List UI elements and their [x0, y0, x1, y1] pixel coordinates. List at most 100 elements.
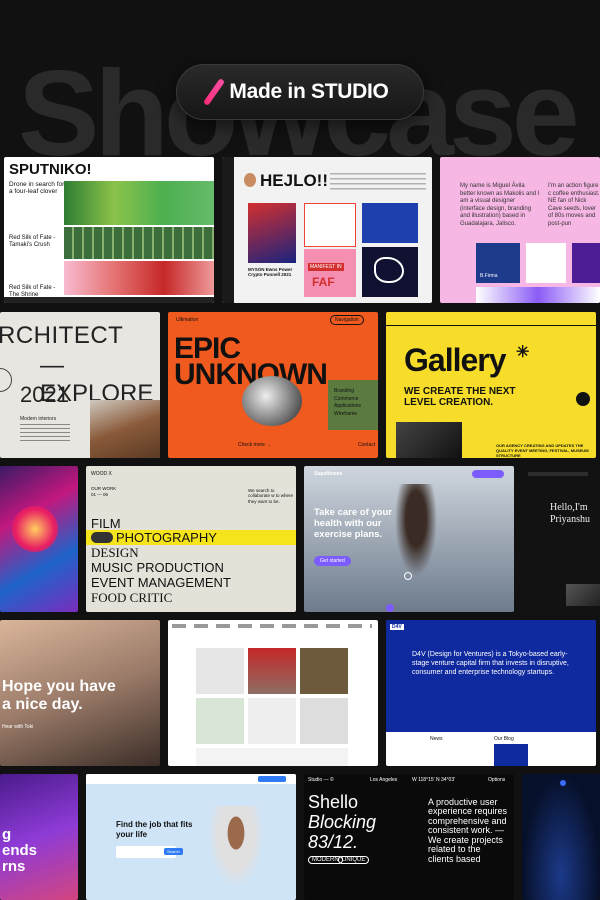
card-pink-portfolio[interactable]: My name is Miguel Ávila better known as …: [440, 157, 600, 303]
epic-tags: Branding Commerce Applications Wireframe: [334, 388, 361, 418]
architect-small: Modern interiors: [20, 416, 57, 422]
job-person-photo: [204, 806, 268, 896]
gradient-line3: rns: [2, 858, 26, 875]
card-shello[interactable]: Studio — © Los Angeles W 118°15' N 34°03…: [304, 774, 514, 900]
job-search-button[interactable]: Search: [164, 848, 183, 855]
work-item-design[interactable]: DESIGN: [91, 545, 139, 561]
product-tile: [196, 698, 244, 744]
card-priyanshu[interactable]: Hello,I'm Priyanshu: [522, 466, 600, 612]
hejlo-red-card: [304, 203, 356, 247]
d4v-text: D4V (Design for Ventures) is a Tokyo-bas…: [412, 651, 569, 677]
card-hope[interactable]: Hope you have a nice day. Hear with Toki: [0, 620, 160, 766]
health-nav-button[interactable]: [472, 470, 504, 478]
shello-h1: Shello: [308, 792, 359, 812]
work-item-photography[interactable]: PHOTOGRAPHY: [116, 530, 217, 545]
hejlo-tag1: MANIFEST IN: [308, 263, 344, 271]
shello-options[interactable]: Options: [488, 777, 505, 783]
card-epic-unknown[interactable]: Ultimation Navigation EPIC UNKNOWN Brand…: [168, 312, 378, 458]
pink-tile-purple: [572, 243, 600, 283]
work-thumb: [91, 532, 113, 543]
gallery-scroll-button[interactable]: [576, 392, 590, 406]
card-job[interactable]: Find the job that fits your life Search: [86, 774, 296, 900]
d4v-blog-image: [494, 744, 528, 766]
work-item-film[interactable]: FILM: [91, 516, 121, 531]
work-range: 01 — 06: [91, 492, 109, 497]
d4v-logo: D4V: [390, 624, 404, 630]
sputniko-grid-image: [64, 227, 214, 259]
hope-line2: a nice day.: [2, 696, 83, 713]
shello-h2: Blocking: [308, 812, 377, 832]
job-nav-button[interactable]: [258, 776, 286, 782]
gallery-dark-photo: [396, 422, 462, 458]
epic-nav: Navigation: [330, 315, 364, 325]
card-our-work[interactable]: WOOD X OUR WORK 01 — 06 We search to col…: [86, 466, 296, 612]
architect-text: [20, 424, 70, 442]
hello-line2: Priyanshu: [550, 514, 590, 525]
hope-small: Hear with Toki: [2, 724, 34, 730]
card-sputniko[interactable]: SPUTNIKO! Drone in search for a four-lea…: [4, 157, 214, 303]
card-gallery[interactable]: Gallery ✳ WE CREATE THE NEXT LEVEL CREAT…: [386, 312, 596, 458]
card-architect[interactable]: RCHITECT — EXPLORE 2021 Modern interiors: [0, 312, 160, 458]
health-pager: [404, 572, 412, 580]
hejlo-pink-card: [304, 249, 356, 297]
shello-top: Studio — ©: [308, 777, 334, 783]
hejlo-tag2: FAF: [312, 275, 335, 289]
sputniko-pink-image: [64, 261, 214, 295]
card-health[interactable]: Supafitness Take care of your health wit…: [304, 466, 514, 612]
hejlo-blob: [374, 257, 404, 283]
card-d4v[interactable]: D4V D4V (Design for Ventures) is a Tokyo…: [386, 620, 596, 766]
product-tile: [300, 648, 348, 694]
health-headline: Take care of your health with our exerci…: [314, 507, 392, 540]
architect-year: 2021: [20, 382, 69, 407]
gallery-foot: OUR AGENCY CREATING AND UPDATES THE QUAL…: [496, 443, 589, 458]
architect-line1: RCHITECT: [0, 322, 124, 349]
health-chat-button[interactable]: [386, 604, 394, 612]
d4v-news[interactable]: News: [430, 736, 443, 742]
epic-tag: Wireframe: [334, 410, 358, 417]
work-item-event[interactable]: EVENT MANAGEMENT: [91, 575, 231, 590]
sputniko-item1: Drone in search for a four-leaf clover: [9, 181, 65, 196]
pink-tile-chat: [526, 243, 566, 283]
priyanshu-photo: [566, 584, 600, 606]
priyanshu-top: [528, 472, 588, 476]
work-search: We search to collaborate w to where they…: [248, 488, 294, 504]
epic-tag: Commerce: [334, 395, 359, 402]
asterisk-icon: ✳: [516, 344, 530, 361]
d4v-blog[interactable]: Our Blog: [494, 736, 514, 742]
hejlo-text: [330, 173, 426, 193]
card-robot-art[interactable]: [0, 466, 78, 612]
made-in-studio-badge[interactable]: Made in STUDIO: [176, 64, 424, 120]
epic-tag: Applications: [334, 403, 361, 409]
pink-tile-label: B.Firma: [480, 273, 498, 279]
work-top: WOOD X: [91, 471, 112, 477]
gradient-line1: g: [2, 826, 12, 843]
work-item-food[interactable]: FOOD CRITIC: [91, 590, 172, 606]
slash-icon: [203, 77, 226, 107]
work-item-music[interactable]: MUSIC PRODUCTION: [91, 560, 224, 575]
epic-more[interactable]: Check more →: [238, 442, 271, 448]
card-dark-blue[interactable]: [522, 774, 600, 900]
card-product-grid[interactable]: [168, 620, 378, 766]
pink-tile-bottom: [476, 287, 600, 303]
d4v-white-panel: [386, 732, 596, 766]
hejlo-caption: MYSON Ewns Power Crypto Punnell 2021: [248, 267, 293, 278]
hejlo-poster: [248, 203, 296, 263]
card-gradient[interactable]: g ends rns: [0, 774, 78, 900]
badge-label: Made in STUDIO: [229, 80, 389, 103]
gallery-title: Gallery: [404, 342, 507, 378]
product-tile: [196, 648, 244, 694]
health-athlete-photo: [392, 484, 440, 584]
product-tile: [300, 698, 348, 744]
dark-blue-dot: [560, 780, 566, 786]
job-headline: Find the job that fits your life: [116, 820, 193, 839]
epic-contact[interactable]: Contact: [358, 442, 375, 448]
card-hejlo[interactable]: HEJLO!! MANIFEST IN FAF MYSON Ewns Power…: [222, 157, 432, 303]
hejlo-title: HEJLO!!: [260, 171, 328, 190]
pink-side: I'm an action figure c coffee enthusiast…: [548, 183, 600, 227]
epic-top: Ultimation: [176, 317, 199, 323]
health-cta[interactable]: Get started: [314, 556, 351, 566]
sputniko-green-image: [64, 181, 214, 225]
hejlo-blue-card: [362, 203, 418, 243]
gradient-line2: ends: [2, 842, 38, 859]
architect-chair-photo: [90, 400, 160, 458]
